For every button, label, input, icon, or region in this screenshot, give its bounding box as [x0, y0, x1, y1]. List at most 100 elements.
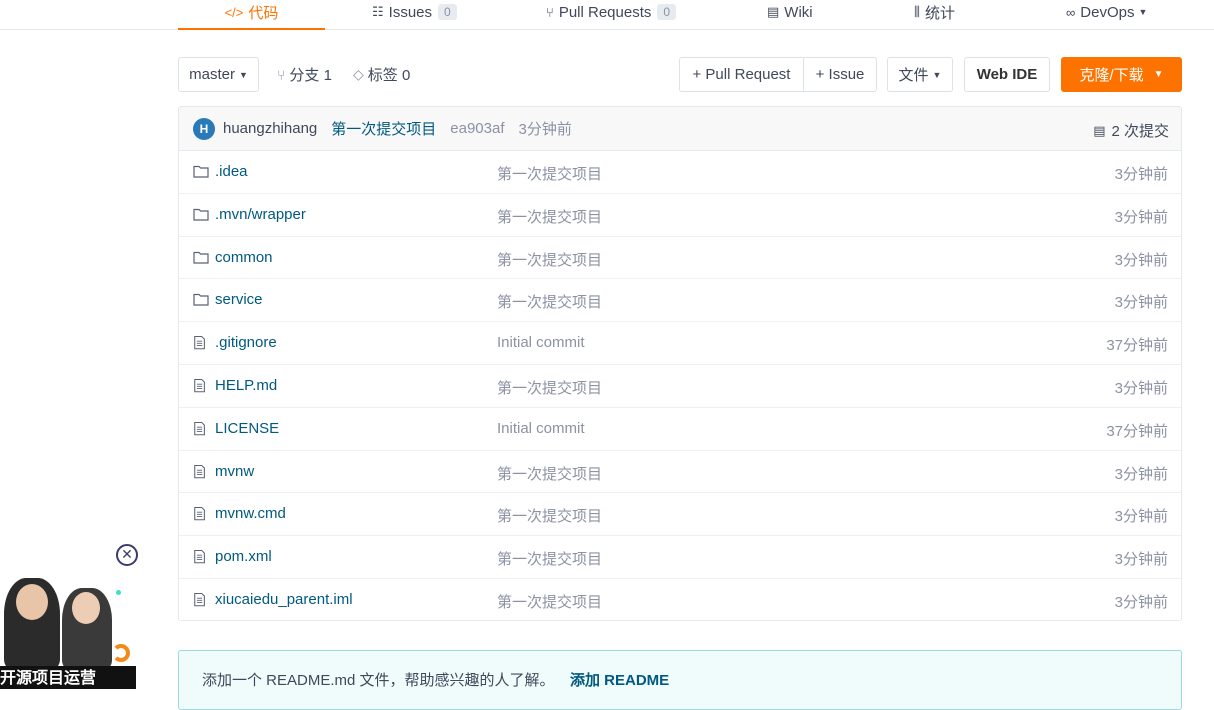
file-commit-time: 3分钟前 [1114, 251, 1168, 269]
chevron-down-icon: ▼ [932, 69, 942, 80]
live-stream-widget[interactable]: ✕ 开源项目运营 [0, 544, 140, 689]
issues-count-badge: 0 [438, 4, 457, 20]
repo-nav: </> 代码 ☷ Issues 0 ⑂ Pull Requests 0 ▤ Wi… [0, 0, 1214, 30]
file-row[interactable]: service 第一次提交项目 3分钟前 [179, 279, 1181, 323]
folder-icon [193, 251, 209, 264]
file-commit-message[interactable]: 第一次提交项目 [497, 377, 602, 398]
file-commit-time: 37分钟前 [1106, 422, 1168, 440]
tags-label: 标签 0 [367, 67, 411, 84]
clone-download-label: 克隆/下载 [1079, 67, 1144, 84]
tab-label: 代码 [248, 4, 279, 22]
file-commit-message[interactable]: 第一次提交项目 [497, 206, 602, 227]
file-row[interactable]: mvnw 第一次提交项目 3分钟前 [179, 451, 1181, 494]
files-dropdown-button[interactable]: 文件 ▼ [887, 57, 953, 92]
commit-count-link[interactable]: ▤ 2 次提交 [1093, 120, 1169, 141]
file-commit-time: 3分钟前 [1114, 465, 1168, 483]
status-dot [116, 590, 121, 595]
commit-author[interactable]: huangzhihang [223, 120, 317, 137]
clone-download-button[interactable]: 克隆/下载 ▼ [1061, 57, 1182, 92]
file-name-link[interactable]: mvnw.cmd [215, 505, 286, 522]
file-row[interactable]: LICENSE Initial commit 37分钟前 [179, 408, 1181, 451]
tab-devops[interactable]: ∞ DevOps ▼ [1066, 0, 1147, 30]
files-label: 文件 [898, 67, 929, 84]
file-icon [194, 336, 205, 350]
pull-requests-count-badge: 0 [657, 4, 677, 20]
file-rows: .idea 第一次提交项目 3分钟前 .mvn/wrapper 第一次提交项目 3分钟前 c… [179, 151, 1181, 622]
commit-sha[interactable]: ea903af [450, 120, 504, 137]
chevron-down-icon: ▼ [238, 69, 248, 80]
web-ide-button[interactable]: Web IDE [964, 57, 1050, 92]
branch-select[interactable]: master ▼ [178, 57, 259, 92]
file-commit-message[interactable]: 第一次提交项目 [497, 463, 602, 484]
file-name-link[interactable]: xiucaiedu_parent.iml [215, 591, 353, 608]
file-commit-time: 3分钟前 [1114, 508, 1168, 526]
file-name-link[interactable]: LICENSE [215, 420, 279, 437]
file-name-link[interactable]: common [215, 249, 273, 266]
avatar[interactable]: H [193, 117, 215, 140]
code-icon: </> [224, 4, 244, 20]
file-row[interactable]: .gitignore Initial commit 37分钟前 [179, 322, 1181, 365]
tab-stats[interactable]: ⫼ 统计 [914, 0, 955, 30]
tab-wiki[interactable]: ▤ Wiki [767, 0, 813, 30]
infinity-icon: ∞ [1066, 4, 1076, 20]
chevron-down-icon: ▼ [1138, 7, 1148, 17]
file-row[interactable]: mvnw.cmd 第一次提交项目 3分钟前 [179, 493, 1181, 537]
file-commit-message[interactable]: 第一次提交项目 [497, 163, 602, 184]
file-icon [194, 378, 205, 393]
file-name-link[interactable]: .idea [215, 163, 248, 180]
latest-commit-bar: H huangzhihang 第一次提交项目 ea903af 3分钟前 ▤ 2 … [179, 107, 1181, 151]
file-name-link[interactable]: mvnw [215, 463, 254, 480]
new-issue-label: + Issue [815, 66, 865, 83]
file-icon [194, 550, 205, 564]
file-commit-message[interactable]: 第一次提交项目 [497, 505, 602, 526]
tab-code[interactable]: </> 代码 [178, 0, 325, 30]
pull-request-icon: ⑂ [546, 4, 554, 20]
file-name-link[interactable]: HELP.md [215, 377, 277, 394]
issues-icon: ☷ [372, 4, 384, 19]
file-name-link[interactable]: pom.xml [215, 548, 272, 565]
file-commit-message[interactable]: 第一次提交项目 [497, 249, 602, 270]
branches-link[interactable]: ⑂ 分支 1 [277, 64, 332, 85]
add-readme-link[interactable]: 添加 README [570, 669, 669, 690]
branch-icon: ⑂ [277, 66, 286, 83]
file-name-link[interactable]: .gitignore [215, 334, 277, 351]
file-commit-message[interactable]: Initial commit [497, 334, 585, 351]
file-commit-time: 37分钟前 [1106, 337, 1168, 355]
readme-banner: 添加一个 README.md 文件，帮助感兴趣的人了解。 添加 README [178, 650, 1182, 710]
file-icon [194, 507, 205, 521]
tab-label: 统计 [924, 4, 955, 22]
file-commit-time: 3分钟前 [1114, 166, 1168, 183]
file-commit-message[interactable]: Initial commit [497, 420, 585, 437]
tab-label: DevOps [1080, 3, 1135, 21]
file-icon [194, 592, 205, 607]
file-row[interactable]: xiucaiedu_parent.iml 第一次提交项目 3分钟前 [179, 579, 1181, 622]
file-commit-message[interactable]: 第一次提交项目 [497, 548, 602, 569]
file-commit-message[interactable]: 第一次提交项目 [497, 291, 602, 312]
tags-link[interactable]: ◇ 标签 0 [353, 64, 410, 85]
file-row[interactable]: .mvn/wrapper 第一次提交项目 3分钟前 [179, 194, 1181, 237]
tab-label: Wiki [784, 3, 813, 21]
commit-count-label: 2 次提交 [1111, 123, 1169, 140]
tab-label: Issues [388, 3, 433, 21]
new-issue-button[interactable]: + Issue [803, 57, 877, 92]
file-row[interactable]: .idea 第一次提交项目 3分钟前 [179, 151, 1181, 194]
readme-hint-text: 添加一个 README.md 文件，帮助感兴趣的人了解。 [202, 672, 555, 689]
new-pull-request-label: + Pull Request [692, 66, 791, 83]
tab-issues[interactable]: ☷ Issues 0 [372, 0, 457, 30]
file-row[interactable]: HELP.md 第一次提交项目 3分钟前 [179, 365, 1181, 408]
commit-time: 3分钟前 [518, 121, 572, 138]
file-name-link[interactable]: .mvn/wrapper [215, 206, 306, 223]
commit-message[interactable]: 第一次提交项目 [331, 118, 436, 139]
file-name-link[interactable]: service [215, 291, 263, 308]
file-icon [194, 464, 205, 478]
file-row[interactable]: pom.xml 第一次提交项目 3分钟前 [179, 536, 1181, 579]
file-commit-time: 3分钟前 [1114, 551, 1168, 569]
file-commit-message[interactable]: 第一次提交项目 [497, 591, 602, 612]
close-icon[interactable]: ✕ [116, 544, 138, 566]
folder-icon [193, 294, 209, 306]
new-pull-request-button[interactable]: + Pull Request [679, 57, 804, 92]
tab-pull-requests[interactable]: ⑂ Pull Requests 0 [546, 0, 677, 30]
file-row[interactable]: common 第一次提交项目 3分钟前 [179, 237, 1181, 280]
file-icon [194, 421, 205, 436]
tab-label: Pull Requests [558, 3, 652, 21]
